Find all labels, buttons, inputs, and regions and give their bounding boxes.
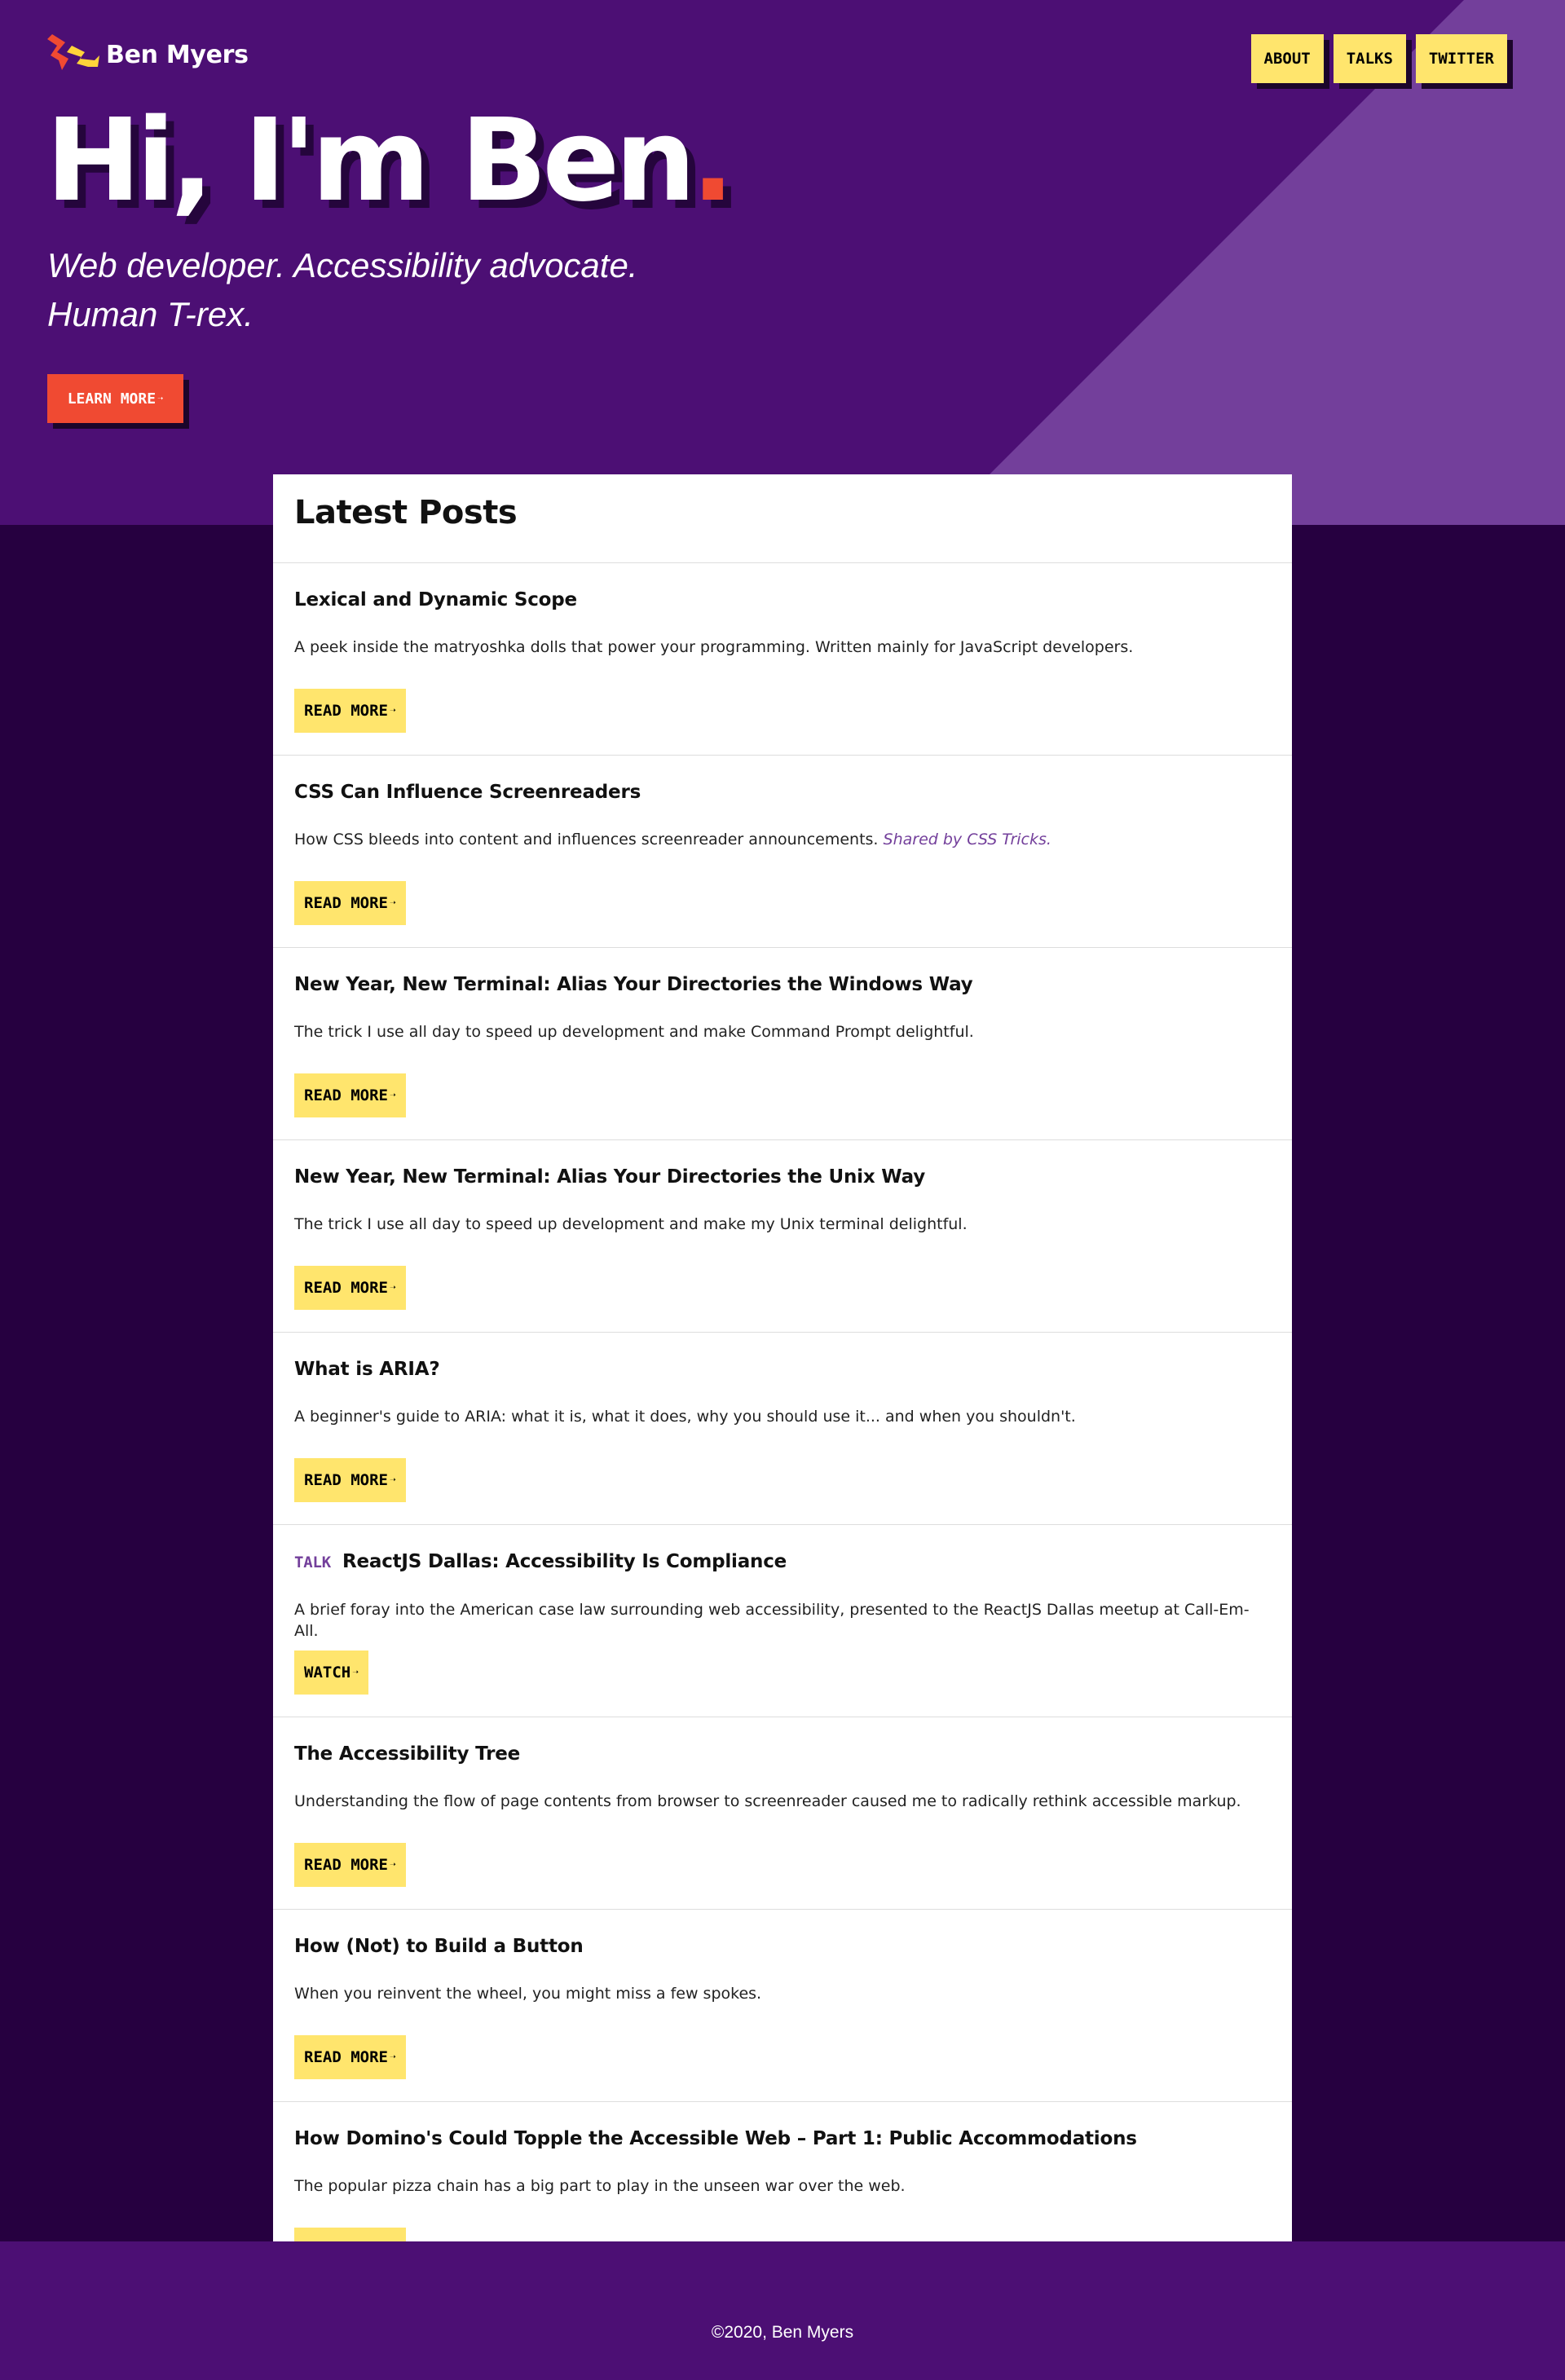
- hero-tagline-line2: Human T-rex.: [47, 295, 253, 333]
- post-description: The trick I use all day to speed up deve…: [294, 1214, 1271, 1235]
- nav-about-button[interactable]: ABOUT: [1250, 34, 1324, 83]
- post-title-text: How Domino's Could Topple the Accessible…: [294, 2128, 1137, 2149]
- post-title[interactable]: New Year, New Terminal: Alias Your Direc…: [294, 1165, 1271, 1189]
- post-item: The Accessibility Tree Understanding the …: [273, 1717, 1292, 1910]
- post-description: Understanding the flow of page contents …: [294, 1791, 1271, 1812]
- right-arrow-icon: ➝: [389, 704, 396, 717]
- post-item: What is ARIA? A beginner's guide to ARIA:…: [273, 1333, 1292, 1525]
- brand-home-link[interactable]: Ben Myers: [47, 34, 249, 75]
- right-arrow-icon: ➝: [389, 1858, 396, 1871]
- read-more-button[interactable]: READ MORE➝: [294, 881, 406, 925]
- read-more-button[interactable]: READ MORE➝: [294, 1843, 406, 1887]
- right-arrow-icon: ➝: [389, 1281, 396, 1294]
- post-title[interactable]: New Year, New Terminal: Alias Your Direc…: [294, 972, 1271, 997]
- post-title-text: CSS Can Influence Screenreaders: [294, 782, 641, 803]
- right-arrow-icon: ➝: [157, 393, 164, 404]
- right-arrow-icon: ➝: [389, 897, 396, 910]
- right-arrow-icon: ➝: [352, 1666, 359, 1679]
- post-description-text: A beginner's guide to ARIA: what it is, …: [294, 1408, 1076, 1426]
- post-description: A peek inside the matryoshka dolls that …: [294, 637, 1271, 658]
- post-description-text: The trick I use all day to speed up deve…: [294, 1215, 968, 1233]
- post-button-label: READ MORE: [304, 1471, 388, 1489]
- post-description: The trick I use all day to speed up deve…: [294, 1021, 1271, 1042]
- post-title[interactable]: How Domino's Could Topple the Accessible…: [294, 2127, 1271, 2151]
- read-more-button[interactable]: READ MORE➝: [294, 2035, 406, 2079]
- hero-title-text: Hi, I'm Ben: [46, 95, 696, 227]
- post-item: Lexical and Dynamic Scope A peek inside t…: [273, 563, 1292, 756]
- post-button-label: READ MORE: [304, 894, 388, 912]
- post-title[interactable]: TALK ReactJS Dallas: Accessibility Is Com…: [294, 1549, 1271, 1575]
- nav-twitter-button[interactable]: TWITTER: [1415, 34, 1507, 83]
- main-nav: ABOUT TALKS TWITTER: [1250, 34, 1507, 83]
- post-tag-badge: TALK: [294, 1554, 331, 1571]
- read-more-button[interactable]: READ MORE➝: [294, 1266, 406, 1310]
- right-arrow-icon: ➝: [389, 1474, 396, 1487]
- read-more-button[interactable]: READ MORE➝: [294, 689, 406, 733]
- post-title-text: How (Not) to Build a Button: [294, 1936, 584, 1957]
- brand-name: Ben Myers: [106, 40, 249, 69]
- hero-tagline: Web developer. Accessibility advocate. H…: [47, 241, 637, 339]
- post-title-text: What is ARIA?: [294, 1359, 440, 1380]
- post-share-note: Shared by CSS Tricks.: [883, 831, 1051, 848]
- latest-posts-heading: Latest Posts: [294, 494, 518, 531]
- post-title[interactable]: Lexical and Dynamic Scope: [294, 588, 1271, 612]
- post-button-label: READ MORE: [304, 2048, 388, 2066]
- footer-copyright: ©2020, Ben Myers: [711, 2323, 854, 2342]
- post-description-text: A peek inside the matryoshka dolls that …: [294, 638, 1134, 656]
- post-button-label: READ MORE: [304, 702, 388, 720]
- post-button-label: READ MORE: [304, 1279, 388, 1297]
- post-button-label: READ MORE: [304, 1086, 388, 1104]
- learn-more-button[interactable]: LEARN MORE ➝: [47, 374, 183, 423]
- post-title[interactable]: The Accessibility Tree: [294, 1742, 1271, 1766]
- post-description: When you reinvent the wheel, you might m…: [294, 1983, 1271, 2004]
- post-title[interactable]: How (Not) to Build a Button: [294, 1934, 1271, 1959]
- post-list: Lexical and Dynamic Scope A peek inside t…: [273, 563, 1292, 2294]
- latest-posts-header: Latest Posts: [273, 474, 1292, 563]
- post-description: The popular pizza chain has a big part t…: [294, 2175, 1271, 2197]
- post-title-text: The Accessibility Tree: [294, 1743, 521, 1765]
- footer: [0, 2241, 1565, 2380]
- post-button-label: READ MORE: [304, 1856, 388, 1874]
- post-title[interactable]: CSS Can Influence Screenreaders: [294, 780, 1271, 804]
- post-description-text: The trick I use all day to speed up deve…: [294, 1023, 974, 1041]
- post-item: TALK ReactJS Dallas: Accessibility Is Com…: [273, 1525, 1292, 1717]
- hero-title: Hi, I'm Ben.: [46, 104, 734, 218]
- read-more-button[interactable]: READ MORE➝: [294, 1458, 406, 1502]
- post-title[interactable]: What is ARIA?: [294, 1357, 1271, 1382]
- post-item: How (Not) to Build a Button When you rein…: [273, 1910, 1292, 2102]
- post-description-text: A brief foray into the American case law…: [294, 1601, 1250, 1640]
- post-description-text: When you reinvent the wheel, you might m…: [294, 1985, 762, 2003]
- watch-button[interactable]: WATCH ➝: [294, 1651, 369, 1695]
- hero-tagline-line1: Web developer. Accessibility advocate.: [47, 246, 638, 284]
- read-more-button[interactable]: READ MORE➝: [294, 1073, 406, 1117]
- learn-more-label: LEARN MORE: [67, 390, 156, 408]
- post-title-text: New Year, New Terminal: Alias Your Direc…: [294, 974, 973, 995]
- right-arrow-icon: ➝: [389, 2051, 396, 2064]
- post-description-text: Understanding the flow of page contents …: [294, 1792, 1241, 1810]
- hero-title-dot: .: [690, 95, 734, 227]
- post-description: A beginner's guide to ARIA: what it is, …: [294, 1406, 1271, 1427]
- post-item: New Year, New Terminal: Alias Your Direc…: [273, 948, 1292, 1140]
- post-title-text: ReactJS Dallas: Accessibility Is Complia…: [342, 1551, 787, 1572]
- post-item: CSS Can Influence Screenreaders How CSS b…: [273, 756, 1292, 948]
- post-item: New Year, New Terminal: Alias Your Direc…: [273, 1140, 1292, 1333]
- lightning-bolt-logo-icon: [47, 34, 99, 70]
- post-title-text: New Year, New Terminal: Alias Your Direc…: [294, 1166, 926, 1188]
- latest-posts-card: Latest Posts Lexical and Dynamic Scope A …: [273, 474, 1292, 2294]
- post-description: How CSS bleeds into content and influenc…: [294, 829, 1271, 850]
- post-title-text: Lexical and Dynamic Scope: [294, 589, 577, 610]
- post-description-text: The popular pizza chain has a big part t…: [294, 2177, 906, 2195]
- post-button-label: WATCH: [304, 1664, 351, 1681]
- nav-talks-button[interactable]: TALKS: [1333, 34, 1406, 83]
- post-description: A brief foray into the American case law…: [294, 1599, 1271, 1642]
- right-arrow-icon: ➝: [389, 1089, 396, 1102]
- post-description-text: How CSS bleeds into content and influenc…: [294, 831, 879, 848]
